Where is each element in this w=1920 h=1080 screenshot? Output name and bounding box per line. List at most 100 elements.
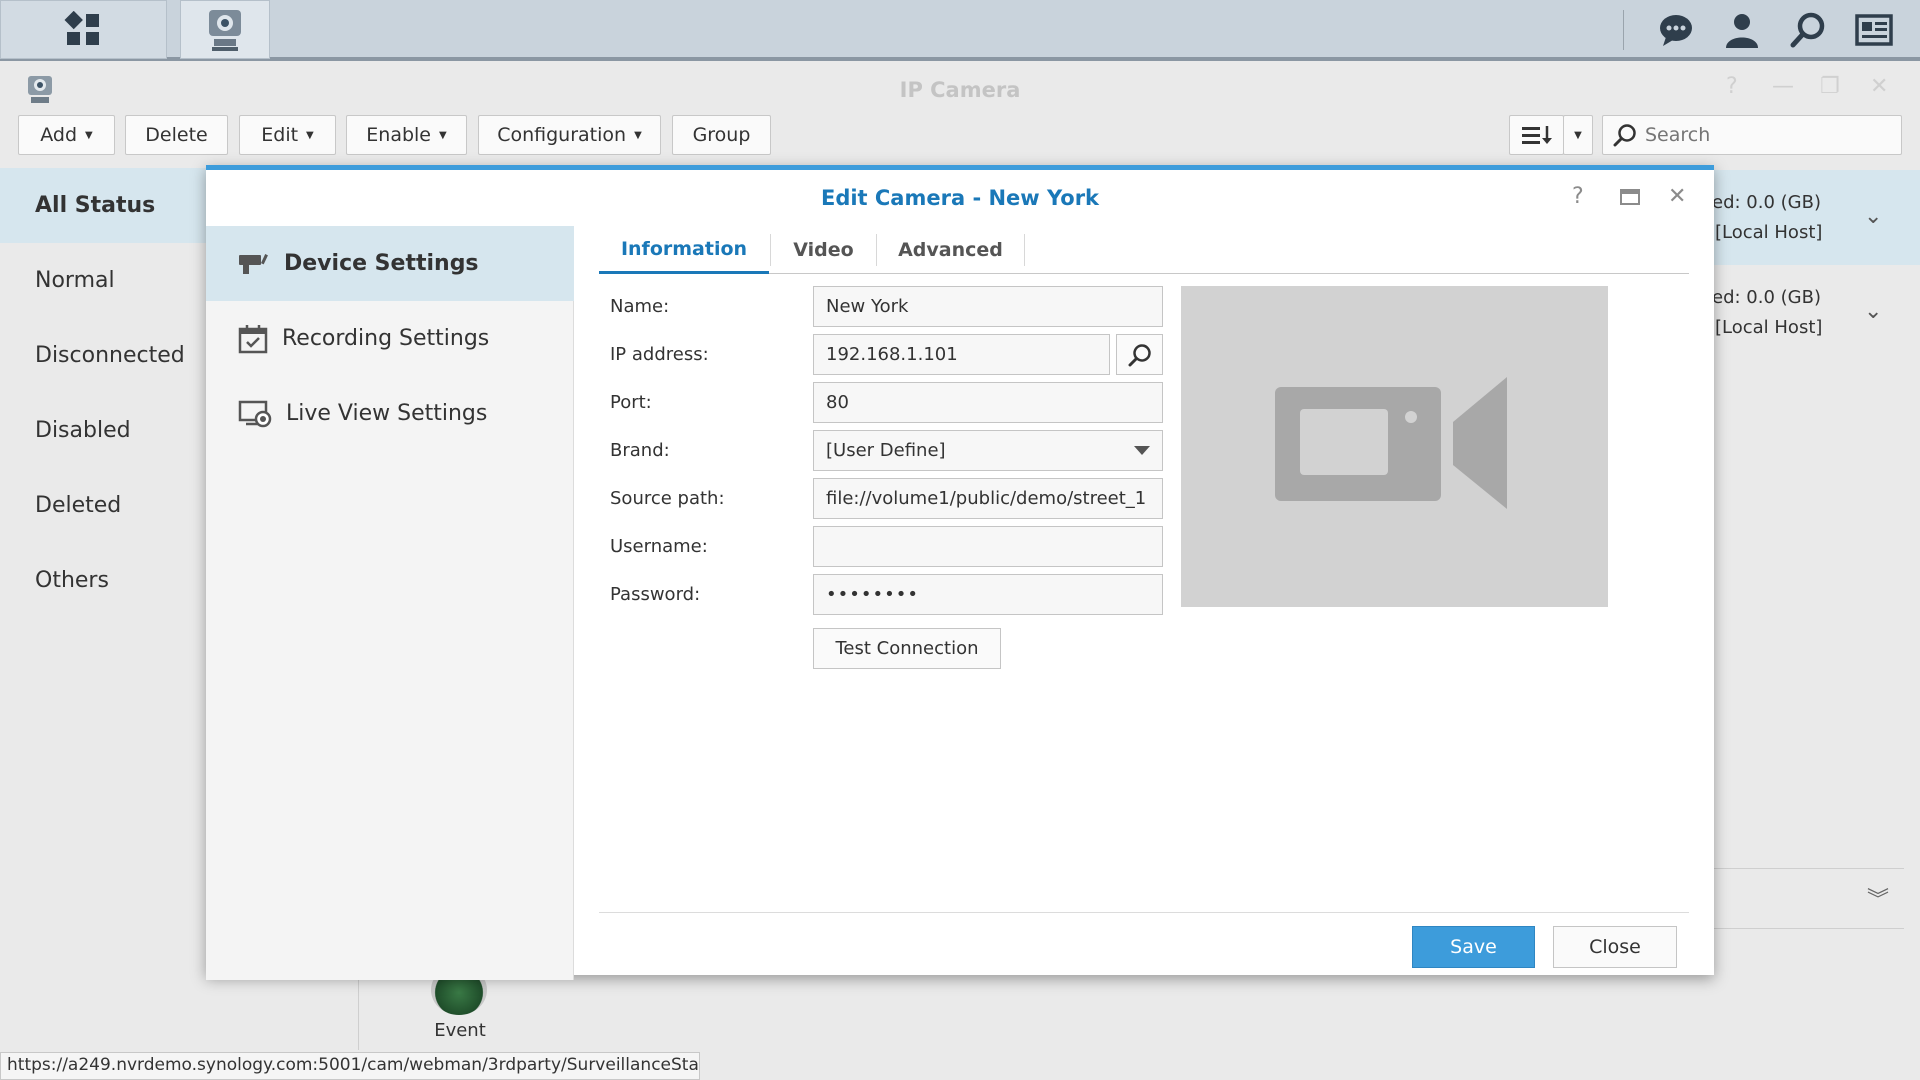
search-camera-button[interactable] — [1116, 334, 1163, 375]
chevron-down-icon[interactable]: ⌄ — [1864, 202, 1882, 232]
close-dialog-icon[interactable]: ✕ — [1668, 184, 1686, 209]
caret-down-icon: ▼ — [306, 129, 314, 141]
status-all[interactable]: All Status — [0, 168, 206, 243]
caret-down-icon: ▼ — [439, 129, 447, 141]
port-label: Port: — [610, 392, 652, 413]
tab-label: Video — [793, 239, 854, 261]
configuration-button[interactable]: Configuration ▼ — [478, 115, 661, 155]
username-field[interactable] — [813, 526, 1163, 567]
sidebar-item-device-settings[interactable]: Device Settings — [206, 226, 574, 301]
close-button[interactable]: Close — [1553, 926, 1677, 968]
status-label: All Status — [35, 193, 156, 218]
status-others[interactable]: Others — [0, 543, 206, 618]
status-label: Disabled — [35, 418, 131, 443]
status-normal[interactable]: Normal — [0, 243, 206, 318]
tab-advanced[interactable]: Advanced — [877, 226, 1024, 274]
dialog-sidebar: Device Settings Recording Settings Live … — [206, 226, 574, 980]
chat-button[interactable] — [1656, 10, 1696, 50]
password-field[interactable]: •••••••• — [813, 574, 1163, 615]
test-connection-button[interactable]: Test Connection — [813, 628, 1001, 669]
camera-settings-icon — [239, 253, 268, 274]
user-icon — [1726, 14, 1758, 48]
dialog-tabs: Information Video Advanced — [599, 226, 1689, 274]
edit-button[interactable]: Edit ▼ — [239, 115, 336, 155]
widgets-button[interactable] — [1854, 10, 1894, 50]
status-url-bar: https://a249.nvrdemo.synology.com:5001/c… — [0, 1052, 700, 1080]
username-label: Username: — [610, 536, 708, 557]
calendar-check-icon — [238, 324, 268, 353]
window-title: IP Camera — [899, 78, 1021, 102]
search-icon — [1790, 12, 1825, 48]
brand-select[interactable]: [User Define] — [813, 430, 1163, 471]
password-label: Password: — [610, 584, 701, 605]
name-field[interactable]: New York — [813, 286, 1163, 327]
host-label: [Local Host] — [1715, 317, 1823, 338]
sidebar-item-recording-settings[interactable]: Recording Settings — [206, 301, 574, 376]
status-label: Deleted — [35, 493, 122, 518]
group-label: Group — [692, 124, 751, 146]
search-box[interactable] — [1602, 115, 1902, 155]
delete-label: Delete — [145, 124, 208, 146]
sidebar-item-label: Live View Settings — [286, 401, 488, 426]
expand-all-icon[interactable]: ︾ — [1867, 882, 1889, 914]
status-disconnected[interactable]: Disconnected — [0, 318, 206, 393]
name-label: Name: — [610, 296, 670, 317]
event-label: Event — [434, 1020, 486, 1041]
status-label: Disconnected — [35, 343, 185, 368]
close-window-icon[interactable]: ✕ — [1870, 74, 1888, 99]
sidebar-item-live-view-settings[interactable]: Live View Settings — [206, 376, 574, 451]
tab-label: Information — [620, 237, 748, 260]
restore-icon[interactable]: ❐ — [1820, 74, 1840, 99]
camera-list-row[interactable]: ed: 0.0 (GB) [Local Host] ⌄ — [1712, 170, 1920, 265]
divider — [1712, 868, 1904, 869]
tab-information[interactable]: Information — [599, 226, 769, 274]
status-deleted[interactable]: Deleted — [0, 468, 206, 543]
taskbar — [0, 0, 1920, 61]
sidebar-item-label: Device Settings — [284, 251, 479, 276]
camera-preview — [1181, 286, 1608, 607]
caret-down-icon: ▼ — [1574, 129, 1582, 141]
storage-used: ed: 0.0 (GB) — [1712, 192, 1821, 213]
add-button[interactable]: Add ▼ — [18, 115, 115, 155]
status-disabled[interactable]: Disabled — [0, 393, 206, 468]
status-label: Normal — [35, 268, 115, 293]
main-menu-button[interactable] — [0, 0, 167, 59]
ip-address-field[interactable]: 192.168.1.101 — [813, 334, 1110, 375]
search-icon — [1613, 124, 1636, 147]
sort-dropdown-button[interactable]: ▼ — [1563, 115, 1593, 155]
tab-label: Advanced — [898, 239, 1003, 261]
tab-video[interactable]: Video — [771, 226, 876, 274]
sidebar-item-label: Recording Settings — [282, 326, 490, 351]
divider — [599, 912, 1689, 913]
source-path-field[interactable]: file://volume1/public/demo/street_1 — [813, 478, 1163, 519]
edit-camera-dialog: Edit Camera - New York ? ✕ Device Settin… — [206, 165, 1714, 980]
chevron-down-icon[interactable]: ⌄ — [1864, 297, 1882, 327]
storage-used: ed: 0.0 (GB) — [1712, 287, 1821, 308]
minimize-icon[interactable]: — — [1772, 74, 1794, 99]
surveillance-app-button[interactable] — [180, 0, 270, 59]
search-button[interactable] — [1788, 10, 1828, 50]
camera-list-row[interactable]: ed: 0.0 (GB) [Local Host] ⌄ — [1712, 265, 1920, 360]
help-icon[interactable]: ? — [1726, 74, 1738, 99]
main-menu-icon — [64, 10, 99, 45]
sort-button[interactable] — [1509, 115, 1564, 155]
caret-down-icon: ▼ — [634, 129, 642, 141]
search-input[interactable] — [1645, 124, 1885, 146]
brand-label: Brand: — [610, 440, 670, 461]
chat-icon — [1660, 15, 1692, 46]
maximize-icon[interactable] — [1620, 186, 1640, 211]
tab-divider — [1024, 234, 1025, 266]
port-field[interactable]: 80 — [813, 382, 1163, 423]
enable-button[interactable]: Enable ▼ — [346, 115, 467, 155]
delete-button[interactable]: Delete — [125, 115, 228, 155]
widgets-icon — [1855, 14, 1893, 46]
taskbar-separator — [1623, 10, 1624, 50]
help-icon[interactable]: ? — [1572, 184, 1584, 209]
group-button[interactable]: Group — [672, 115, 771, 155]
search-icon — [1128, 343, 1151, 366]
dialog-title: Edit Camera - New York — [820, 186, 1100, 210]
ip-address-label: IP address: — [610, 344, 709, 365]
user-button[interactable] — [1722, 10, 1762, 50]
save-button[interactable]: Save — [1412, 926, 1535, 968]
enable-label: Enable — [366, 124, 431, 146]
